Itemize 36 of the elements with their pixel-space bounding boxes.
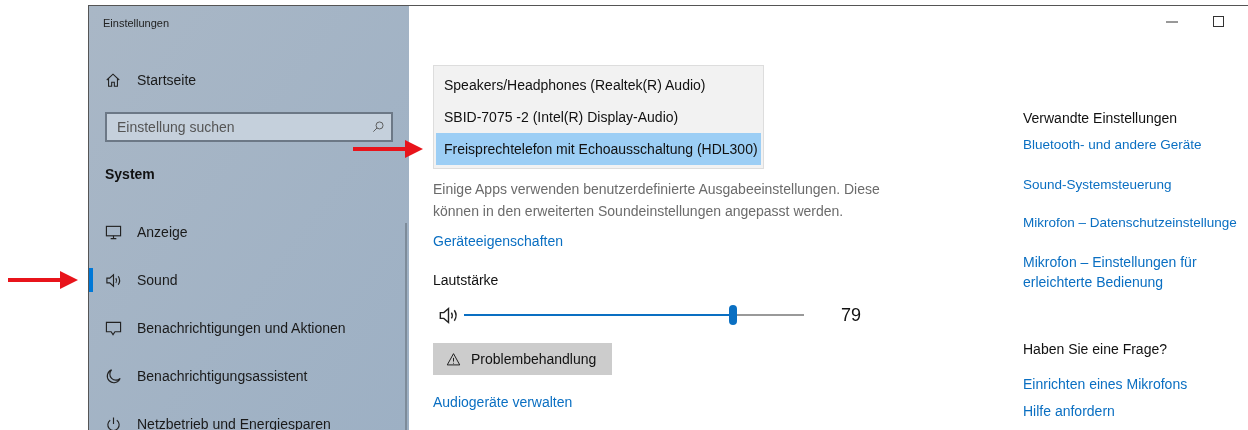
settings-link[interactable]: Sound-Systemsteuerung [1023,175,1172,195]
window-title: Einstellungen [103,15,170,31]
troubleshoot-button[interactable]: Problembehandlung [433,343,612,375]
sidebar-item[interactable]: Benachrichtigungen und Aktionen [89,304,409,352]
settings-link[interactable]: Bluetooth- und andere Geräte [1023,135,1202,155]
dropdown-option[interactable]: SBID-7075 -2 (Intel(R) Display-Audio) [436,101,761,133]
speaker-icon [105,271,122,289]
sidebar-item[interactable]: Sound [89,256,409,304]
settings-link[interactable]: Mikrofon – Datenschutzeinstellunge [1023,213,1237,233]
moon-icon [105,367,122,385]
search-field[interactable]: Einstellung suchen [105,112,393,142]
search-icon [371,120,385,134]
sidebar-item[interactable]: Benachrichtigungsassistent [89,352,409,400]
warning-icon [446,351,461,367]
section-heading: Haben Sie eine Frage? [1023,340,1167,359]
message-icon [105,319,122,337]
settings-link[interactable]: Mikrofon – Einstellungen für erleichterte Bedienung [1023,252,1223,292]
volume-slider[interactable] [464,305,804,325]
manage-devices-link[interactable]: Audiogeräte verwalten [433,392,573,412]
display-icon [105,223,122,241]
scrollbar[interactable] [405,223,407,430]
home-link[interactable]: Startseite [89,60,409,100]
volume-value: 79 [841,303,862,327]
info-text: Einige Apps verwenden benutzerdefinierte Ausgabeeinstellungen. Diese können in den erweiterten Soundeinstellungen angepasst werden. [433,180,881,221]
section-heading: System [105,164,155,184]
help-link[interactable]: Einrichten eines Mikrofons [1023,374,1188,394]
slider-thumb[interactable] [728,305,737,325]
help-link[interactable]: Hilfe anfordern [1023,401,1115,421]
power-icon [105,415,122,430]
device-properties-link[interactable]: Geräteeigenschaften [433,231,563,251]
section-heading: Verwandte Einstellungen [1023,109,1178,128]
sidebar-item[interactable]: Anzeige [89,208,409,256]
home-icon [105,72,121,88]
dropdown-option[interactable]: Speakers/Headphones (Realtek(R) Audio) [436,69,761,101]
maximize-icon[interactable] [1213,16,1224,27]
volume-label: Lautstärke [433,270,499,290]
